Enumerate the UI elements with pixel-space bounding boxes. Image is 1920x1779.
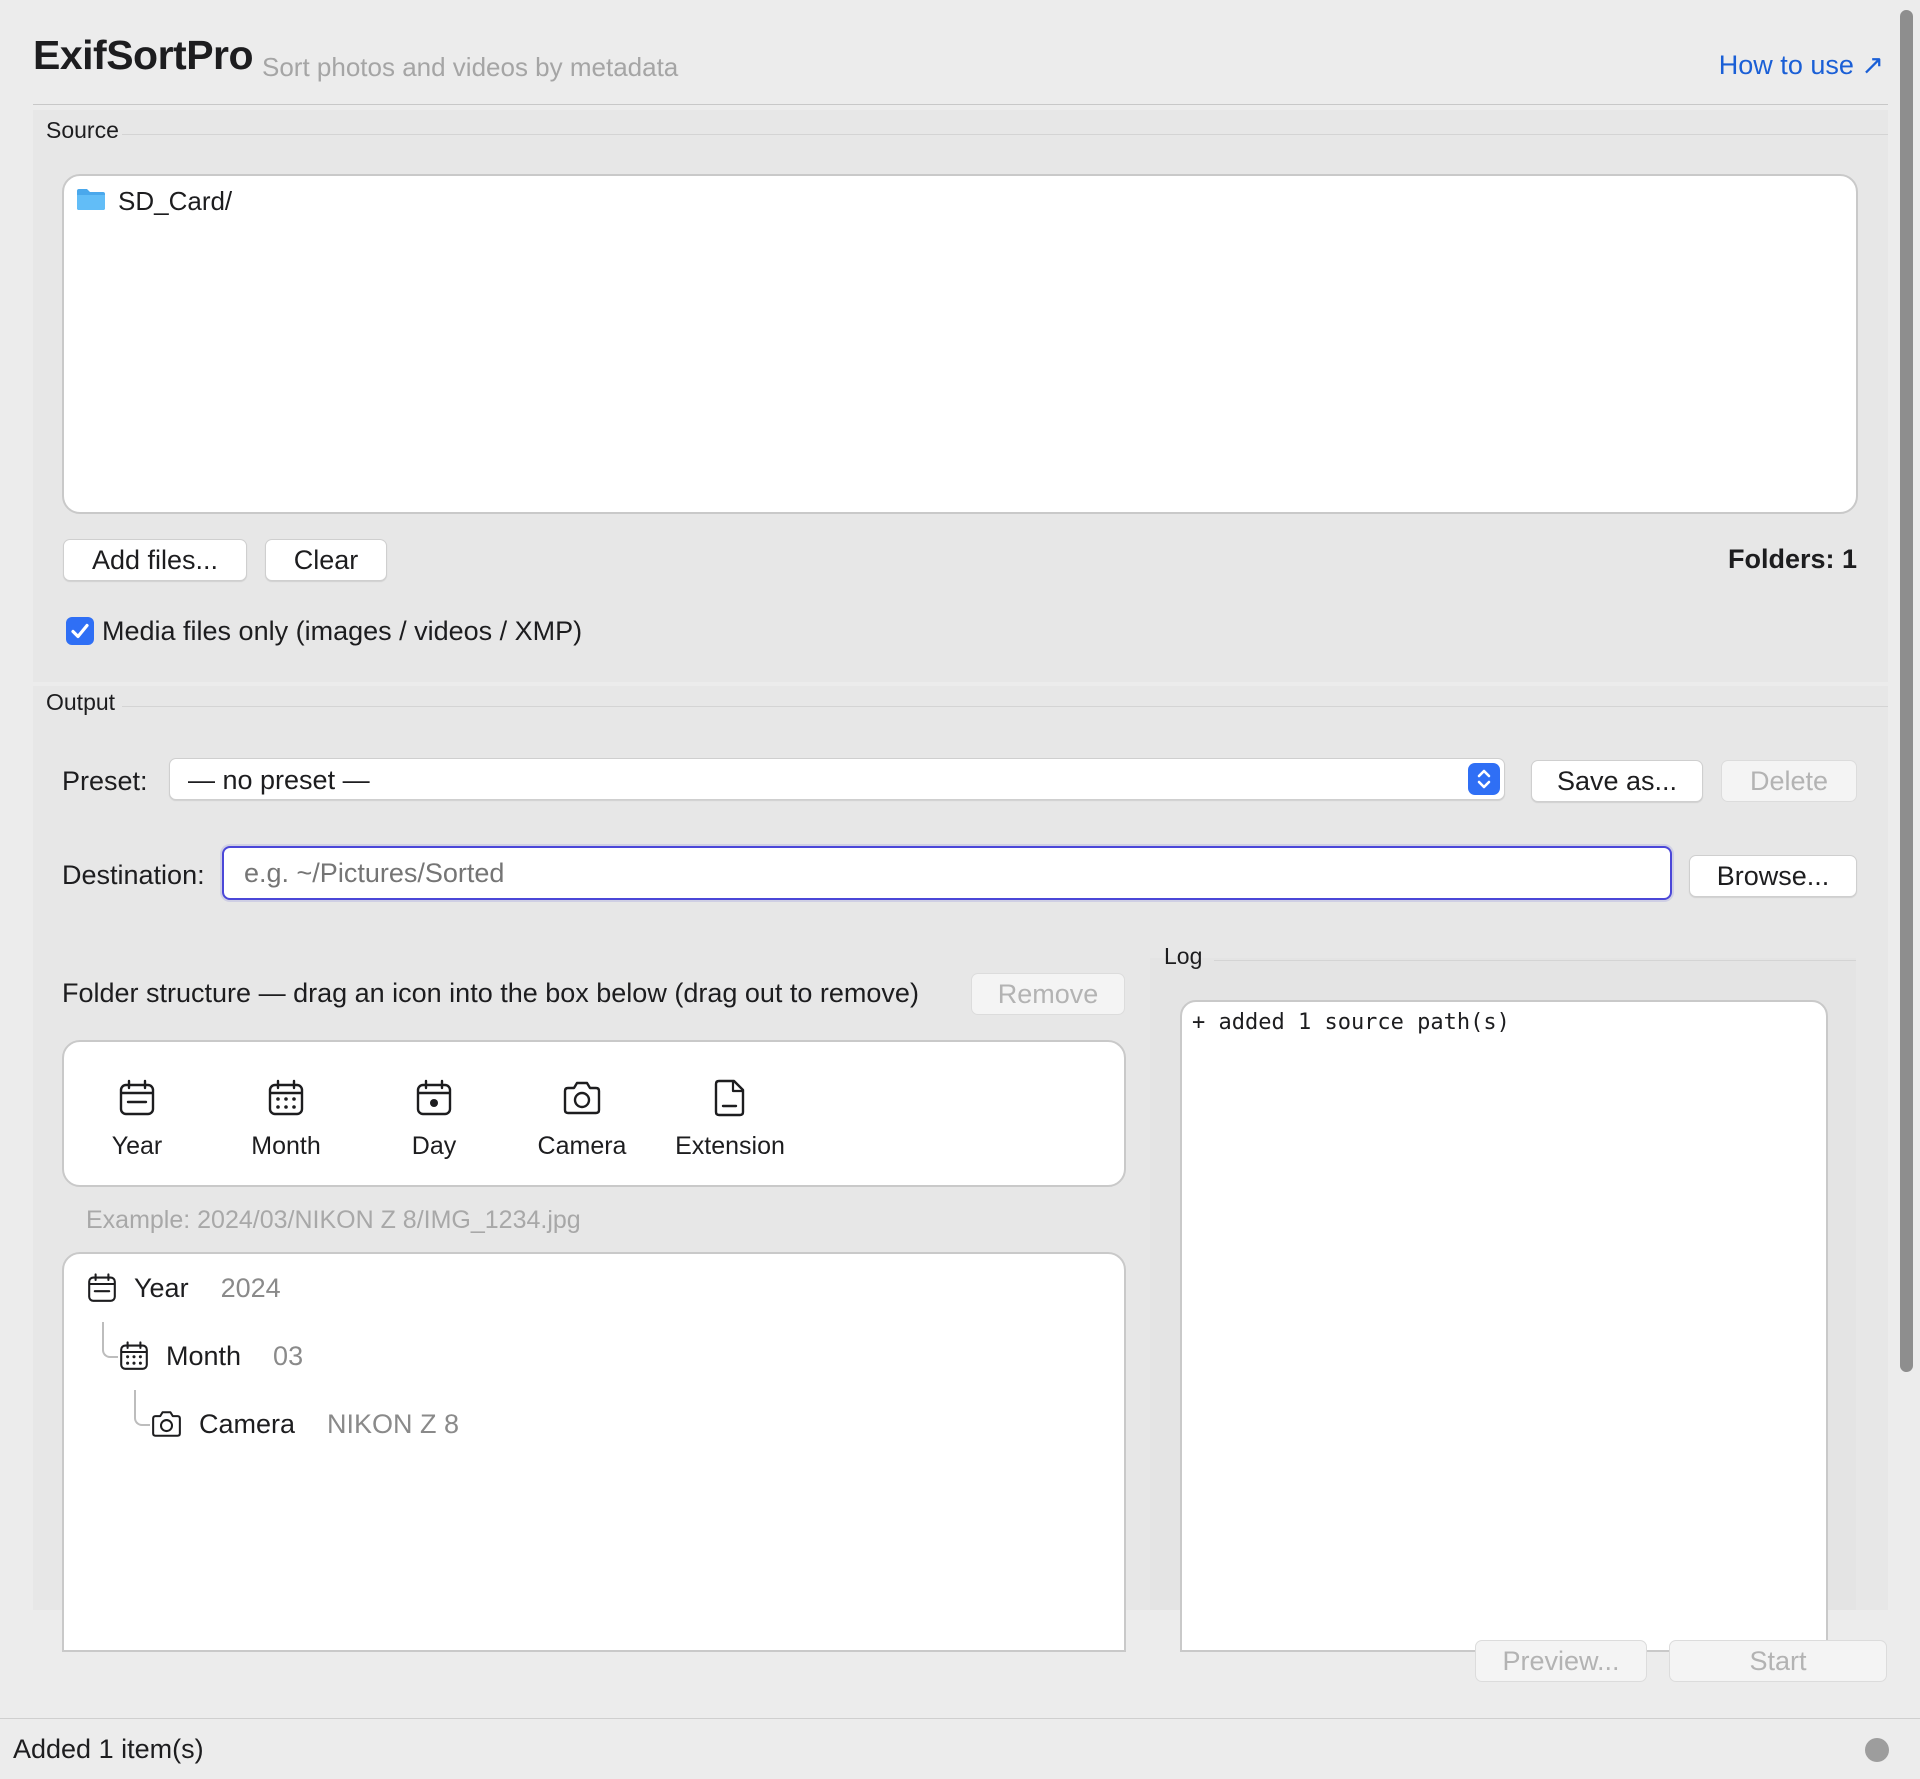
header-divider bbox=[33, 104, 1888, 105]
palette-year-label: Year bbox=[111, 1132, 163, 1160]
log-view[interactable]: + added 1 source path(s) bbox=[1180, 1000, 1828, 1652]
structure-label: Camera bbox=[199, 1408, 296, 1439]
palette-camera-label: Camera bbox=[537, 1132, 627, 1160]
how-to-use-link[interactable]: How to use ↗ bbox=[1719, 50, 1884, 81]
chevron-updown-icon bbox=[1468, 763, 1500, 795]
log-line: + added 1 source path(s) bbox=[1192, 1010, 1510, 1035]
folder-icon bbox=[76, 187, 106, 216]
log-section-label: Log bbox=[1164, 943, 1203, 969]
start-button[interactable]: Start bbox=[1669, 1640, 1887, 1682]
structure-value: 03 bbox=[273, 1340, 304, 1371]
structure-label: Year bbox=[134, 1272, 189, 1303]
source-item-name: SD_Card/ bbox=[118, 186, 233, 216]
source-list[interactable]: SD_Card/ bbox=[62, 174, 1858, 514]
preset-value: — no preset — bbox=[188, 765, 370, 795]
status-indicator-icon bbox=[1865, 1738, 1889, 1762]
camera-icon bbox=[152, 1411, 181, 1437]
example-path: Example: 2024/03/NIKON Z 8/IMG_1234.jpg bbox=[86, 1206, 581, 1234]
palette-day-label: Day bbox=[411, 1132, 457, 1160]
palette-day[interactable]: Day bbox=[364, 1078, 504, 1161]
palette-year[interactable]: Year bbox=[67, 1078, 207, 1161]
palette-month-label: Month bbox=[251, 1132, 321, 1160]
destination-label: Destination: bbox=[62, 860, 205, 890]
remove-button[interactable]: Remove bbox=[971, 973, 1125, 1015]
folders-count: Folders: 1 bbox=[1727, 544, 1857, 574]
source-divider bbox=[122, 134, 1888, 135]
list-item[interactable]: SD_Card/ bbox=[76, 186, 232, 217]
palette-extension-label: Extension bbox=[675, 1132, 785, 1160]
structure-drop-box[interactable]: Year 2024 Month 03 Camera NIKON Z 8 bbox=[62, 1252, 1126, 1652]
calendar-icon bbox=[88, 1273, 116, 1302]
palette-month[interactable]: Month bbox=[216, 1078, 356, 1161]
source-section-label: Source bbox=[46, 117, 119, 143]
folder-structure-label: Folder structure — drag an icon into the… bbox=[62, 978, 919, 1008]
app-title: ExifSortPro bbox=[33, 32, 254, 78]
token-palette: Year Month Day Camera Extension bbox=[62, 1040, 1126, 1187]
status-bar bbox=[0, 1718, 1920, 1779]
destination-input[interactable] bbox=[222, 846, 1672, 900]
document-icon bbox=[714, 1079, 745, 1117]
status-text: Added 1 item(s) bbox=[13, 1734, 204, 1764]
tree-connector bbox=[134, 1390, 150, 1426]
vertical-scrollbar[interactable] bbox=[1900, 10, 1913, 1372]
tree-connector bbox=[102, 1322, 118, 1358]
app-subtitle: Sort photos and videos by metadata bbox=[262, 52, 679, 82]
preset-label: Preset: bbox=[62, 766, 148, 796]
structure-value: NIKON Z 8 bbox=[327, 1408, 460, 1439]
calendar-icon bbox=[119, 1079, 155, 1116]
media-only-label[interactable]: Media files only (images / videos / XMP) bbox=[102, 616, 582, 647]
camera-icon bbox=[563, 1081, 601, 1115]
output-divider bbox=[122, 706, 1888, 707]
structure-row-camera[interactable]: Camera NIKON Z 8 bbox=[150, 1408, 459, 1440]
structure-label: Month bbox=[166, 1340, 242, 1371]
preset-select[interactable]: — no preset — bbox=[169, 758, 1505, 800]
clear-button[interactable]: Clear bbox=[265, 539, 387, 581]
output-section-label: Output bbox=[46, 689, 116, 715]
structure-value: 2024 bbox=[220, 1272, 281, 1303]
structure-row-year[interactable]: Year 2024 bbox=[86, 1272, 281, 1304]
calendar-day-icon bbox=[416, 1079, 452, 1116]
palette-camera[interactable]: Camera bbox=[512, 1078, 652, 1161]
add-files-button[interactable]: Add files... bbox=[63, 539, 247, 581]
preview-button[interactable]: Preview... bbox=[1475, 1640, 1647, 1682]
calendar-grid-icon bbox=[120, 1341, 148, 1370]
browse-button[interactable]: Browse... bbox=[1689, 855, 1857, 897]
palette-extension[interactable]: Extension bbox=[660, 1078, 800, 1161]
checkmark-icon bbox=[71, 623, 89, 639]
save-as-button[interactable]: Save as... bbox=[1531, 760, 1703, 802]
log-divider bbox=[1214, 960, 1856, 961]
structure-row-month[interactable]: Month 03 bbox=[118, 1340, 303, 1372]
calendar-grid-icon bbox=[268, 1079, 304, 1116]
delete-button[interactable]: Delete bbox=[1721, 760, 1857, 802]
media-only-checkbox[interactable] bbox=[66, 617, 94, 645]
